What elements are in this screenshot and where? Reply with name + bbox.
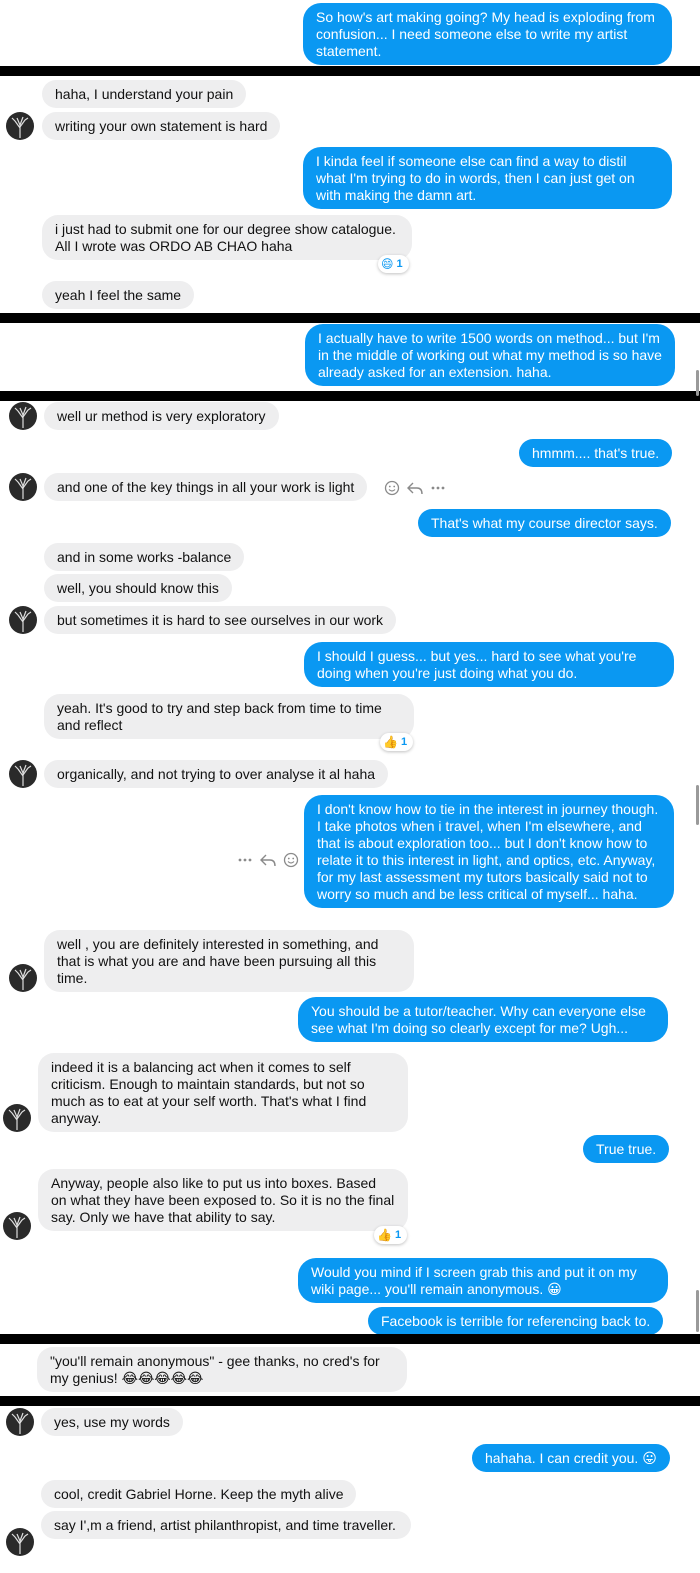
reply-icon[interactable]: [406, 480, 424, 496]
screenshot-separator: [0, 391, 700, 401]
tree-icon: [14, 406, 32, 428]
reply-icon[interactable]: [259, 852, 277, 868]
message-outgoing[interactable]: That's what my course director says.: [418, 509, 671, 537]
message-incoming[interactable]: haha, I understand your pain: [42, 80, 247, 108]
reaction-badge[interactable]: 👍 1: [374, 1226, 408, 1244]
message-outgoing[interactable]: hmmm.... that's true.: [519, 439, 673, 467]
message-outgoing[interactable]: Facebook is terrible for referencing bac…: [368, 1307, 664, 1335]
message-incoming[interactable]: Anyway, people also like to put us into …: [38, 1169, 408, 1231]
tree-icon: [14, 610, 32, 632]
avatar[interactable]: [9, 402, 37, 430]
tree-icon: [14, 477, 32, 499]
message-incoming[interactable]: well ur method is very exploratory: [44, 402, 279, 430]
avatar[interactable]: [6, 1528, 34, 1556]
scrollbar-thumb[interactable]: [696, 1290, 699, 1332]
message-incoming[interactable]: and one of the key things in all your wo…: [44, 473, 368, 501]
message-outgoing[interactable]: hahaha. I can credit you. 😛: [472, 1444, 670, 1472]
message-outgoing[interactable]: I kinda feel if someone else can find a …: [303, 147, 672, 209]
reaction-badge[interactable]: 😄 1: [378, 255, 409, 273]
message-incoming[interactable]: writing your own statement is hard: [42, 112, 281, 140]
laugh-emoji-icon: 😄: [381, 257, 394, 271]
message-incoming[interactable]: organically, and not trying to over anal…: [44, 760, 389, 788]
tree-icon: [11, 1412, 29, 1434]
message-incoming[interactable]: i just had to submit one for our degree …: [42, 215, 412, 260]
tree-icon: [11, 1532, 29, 1554]
message-outgoing[interactable]: Would you mind if I screen grab this and…: [298, 1258, 668, 1303]
message-incoming[interactable]: yeah. It's good to try and step back fro…: [44, 694, 414, 739]
message-incoming[interactable]: "you'll remain anonymous" - gee thanks, …: [37, 1347, 407, 1392]
avatar[interactable]: [6, 112, 34, 140]
more-icon[interactable]: [237, 852, 253, 868]
message-actions: [384, 479, 446, 497]
reaction-count: 1: [400, 736, 408, 748]
message-outgoing[interactable]: True true.: [583, 1135, 670, 1163]
message-incoming[interactable]: but sometimes it is hard to see ourselve…: [44, 606, 397, 634]
message-outgoing[interactable]: I actually have to write 1500 words on m…: [305, 324, 675, 386]
smiley-icon[interactable]: [283, 852, 299, 868]
message-actions: [237, 851, 299, 869]
tree-icon: [8, 1108, 26, 1130]
message-incoming[interactable]: say I',m a friend, artist philanthropist…: [41, 1511, 411, 1539]
message-incoming[interactable]: yeah I feel the same: [42, 281, 195, 309]
reaction-badge[interactable]: 👍 1: [380, 733, 414, 751]
message-outgoing[interactable]: I don't know how to tie in the interest …: [304, 795, 674, 908]
avatar[interactable]: [9, 606, 37, 634]
thumbs-up-emoji-icon: 👍: [377, 1228, 392, 1242]
message-incoming[interactable]: indeed it is a balancing act when it com…: [38, 1053, 408, 1132]
more-icon[interactable]: [430, 480, 446, 496]
reaction-count: 1: [396, 258, 403, 270]
smiley-icon[interactable]: [384, 480, 400, 496]
tree-icon: [8, 1216, 26, 1238]
avatar[interactable]: [9, 473, 37, 501]
screenshot-separator: [0, 313, 700, 323]
message-incoming[interactable]: well , you are definitely interested in …: [44, 930, 414, 992]
scrollbar-thumb[interactable]: [696, 785, 699, 825]
tree-icon: [14, 968, 32, 990]
avatar[interactable]: [3, 1104, 31, 1132]
avatar[interactable]: [6, 1408, 34, 1436]
message-incoming[interactable]: cool, credit Gabriel Horne. Keep the myt…: [41, 1480, 357, 1508]
avatar[interactable]: [9, 760, 37, 788]
reaction-count: 1: [394, 1229, 402, 1241]
avatar[interactable]: [3, 1212, 31, 1240]
tree-icon: [14, 764, 32, 786]
screenshot-separator: [0, 1396, 700, 1406]
message-incoming[interactable]: yes, use my words: [41, 1408, 183, 1436]
tree-icon: [11, 116, 29, 138]
avatar[interactable]: [9, 964, 37, 992]
message-incoming[interactable]: well, you should know this: [44, 574, 232, 602]
message-outgoing[interactable]: I should I guess... but yes... hard to s…: [304, 642, 674, 687]
message-outgoing[interactable]: You should be a tutor/teacher. Why can e…: [298, 997, 668, 1042]
message-incoming[interactable]: and in some works -balance: [44, 543, 245, 571]
thumbs-up-emoji-icon: 👍: [383, 735, 398, 749]
scrollbar-thumb[interactable]: [696, 370, 699, 396]
screenshot-separator: [0, 1334, 700, 1344]
message-outgoing[interactable]: So how's art making going? My head is ex…: [303, 3, 672, 65]
screenshot-separator: [0, 66, 700, 76]
